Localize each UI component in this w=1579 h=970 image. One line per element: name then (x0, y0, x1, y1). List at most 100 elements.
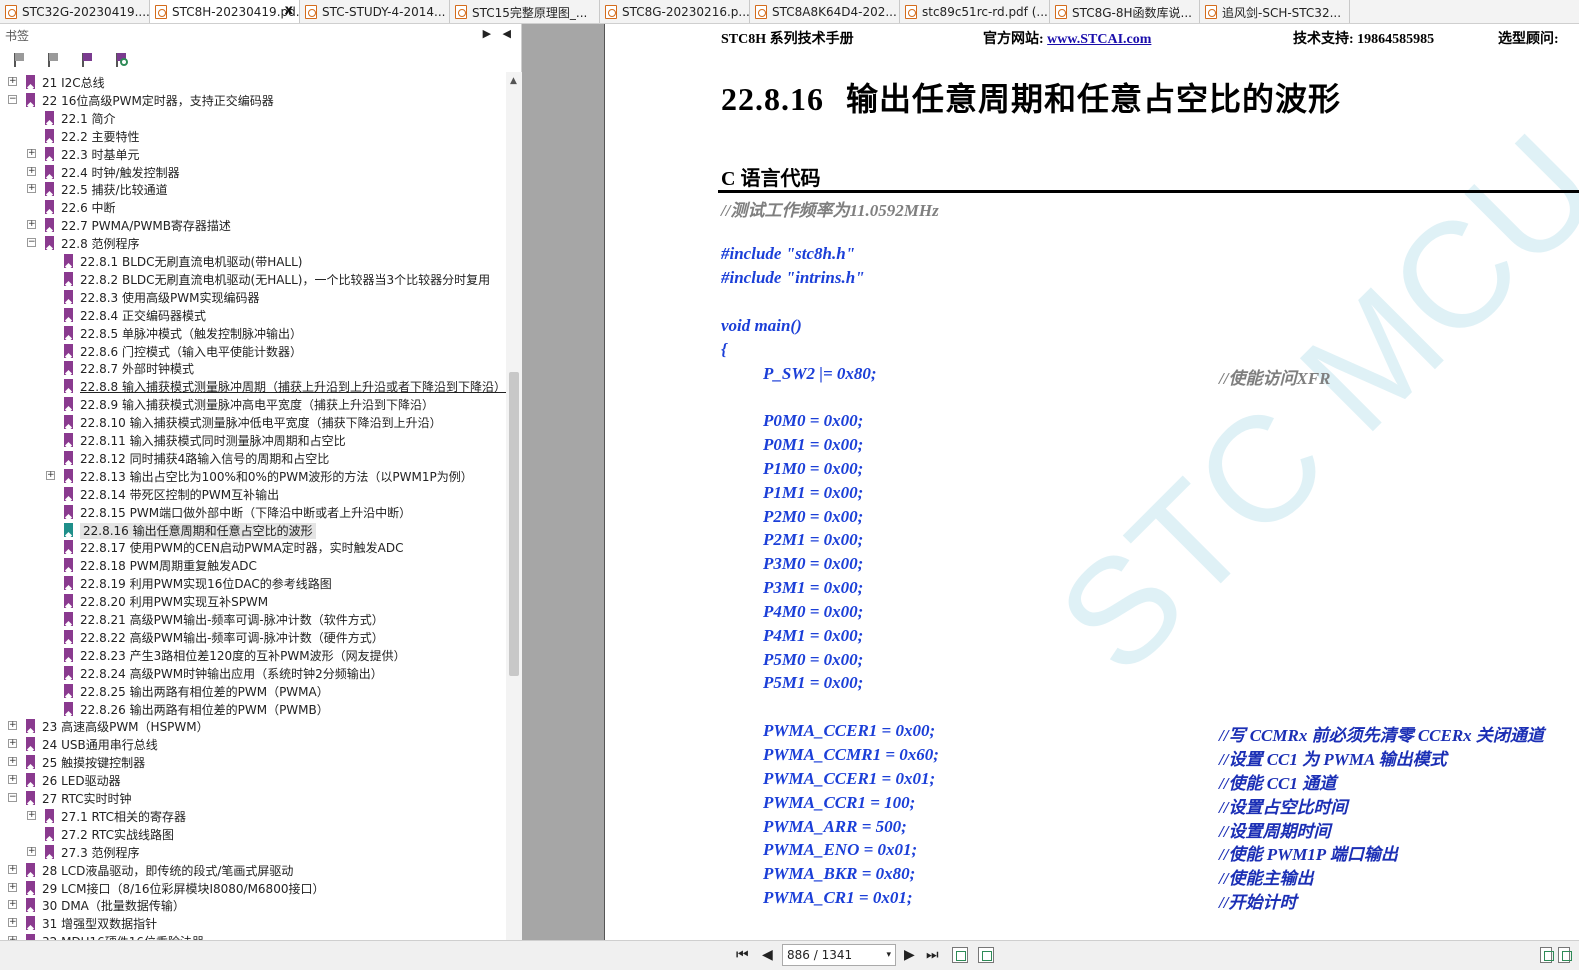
bookmark-item[interactable]: 22.8.5 单脉冲模式（触发控制脉冲输出） (0, 325, 506, 343)
expand-icon[interactable]: + (27, 810, 36, 820)
bookmark-item[interactable]: 22.8.12 同时捕获4路输入信号的周期和占空比 (0, 450, 506, 468)
single-page-view-icon[interactable] (1540, 947, 1554, 963)
scroll-up-arrow-icon[interactable]: ▲ (510, 76, 517, 86)
bookmarks-scrollbar[interactable]: ▲ ▼ (506, 72, 522, 964)
panel-toggle-buttons[interactable]: ▶ ◀ (483, 27, 515, 40)
bookmark-item[interactable]: +24 USB通用串行总线 (0, 736, 506, 754)
prev-page-button[interactable]: ◀ (762, 947, 773, 963)
bookmark-item[interactable]: +29 LCM接口（8/16位彩屏模块I8080/M6800接口） (0, 880, 506, 898)
first-page-button[interactable]: ⏮ (736, 947, 749, 963)
expand-icon[interactable]: + (8, 882, 17, 892)
expand-icon[interactable]: + (8, 757, 17, 767)
document-tab[interactable]: STC8G-8H函数库说... (1050, 0, 1200, 23)
bookmark-item[interactable]: 22.8.21 高级PWM输出-频率可调-脉冲计数（软件方式） (0, 611, 506, 629)
site-link[interactable]: www.STCAI.com (1047, 32, 1151, 47)
document-tab[interactable]: STC8H-20230419.pd... x (150, 0, 300, 23)
bookmark-item[interactable]: 22.2 主要特性 (0, 128, 506, 146)
continuous-view-icon[interactable] (1558, 947, 1572, 963)
bookmark-item[interactable]: 22.8.7 外部时钟模式 (0, 360, 506, 378)
bookmark-item[interactable]: 22.8.16 输出任意周期和任意占空比的波形 (0, 522, 506, 540)
bookmark-item[interactable]: 22.8.20 利用PWM实现互补SPWM (0, 593, 506, 611)
code-line: P_SW2 |= 0x80; (763, 364, 877, 383)
next-page-button[interactable]: ▶ (904, 947, 915, 963)
expand-icon[interactable]: + (27, 148, 36, 158)
bookmark-item[interactable]: 22.8.23 产生3路相位差120度的互补PWM波形（网友提供） (0, 647, 506, 665)
bookmark-item[interactable]: 22.8.2 BLDC无刷直流电机驱动(无HALL)，一个比较器当3个比较器分时… (0, 271, 506, 289)
expand-icon[interactable]: + (8, 77, 17, 86)
bookmark-item[interactable]: 22.8.26 输出两路有相位差的PWM（PWMB） (0, 701, 506, 719)
bookmark-item[interactable]: +31 增强型双数据指针 (0, 915, 506, 933)
bookmark-item[interactable]: +22.4 时钟/触发控制器 (0, 164, 506, 182)
collapse-icon[interactable]: − (8, 793, 17, 802)
bookmark-item[interactable]: +27.1 RTC相关的寄存器 (0, 808, 506, 826)
bookmark-item[interactable]: +22.5 捕获/比较通道 (0, 181, 506, 199)
bookmark-item[interactable]: 22.8.19 利用PWM实现16位DAC的参考线路图 (0, 575, 506, 593)
bookmark-item[interactable]: 22.8.24 高级PWM时钟输出应用（系统时钟2分频输出） (0, 665, 506, 683)
document-tab[interactable]: STC8A8K64D4-202... (750, 0, 900, 23)
expand-icon[interactable]: + (8, 775, 17, 785)
bookmark-item[interactable]: 22.8.15 PWM端口做外部中断（下降沿中断或者上升沿中断） (0, 504, 506, 522)
bookmark-item[interactable]: 22.8.17 使用PWM的CEN启动PWMA定时器，实时触发ADC (0, 539, 506, 557)
code-comment: //使能主输出 (1219, 869, 1314, 888)
chevron-down-icon[interactable]: ▾ (886, 945, 891, 965)
bookmark-item[interactable]: 22.8.22 高级PWM输出-频率可调-脉冲计数（硬件方式） (0, 629, 506, 647)
bookmark-item[interactable]: 22.8.10 输入捕获模式测量脉冲低电平宽度（捕获下降沿到上升沿） (0, 414, 506, 432)
bookmark-item[interactable]: 22.8.14 带死区控制的PWM互补输出 (0, 486, 506, 504)
expand-icon[interactable]: + (8, 918, 17, 928)
bookmark-icon (64, 379, 73, 394)
collapse-icon[interactable]: − (8, 94, 17, 104)
document-tab[interactable]: 追风剑-SCH-STC32... (1200, 0, 1350, 23)
bookmark-item[interactable]: 22.8.1 BLDC无刷直流电机驱动(带HALL) (0, 253, 506, 271)
bookmark-item[interactable]: 22.8.18 PWM周期重复触发ADC (0, 557, 506, 575)
expand-icon[interactable]: + (27, 166, 36, 176)
close-icon[interactable]: x (285, 3, 293, 18)
bookmark-item[interactable]: 22.8.4 正交编码器模式 (0, 307, 506, 325)
document-tab[interactable]: STC8G-20230216.p... (600, 0, 750, 23)
bookmark-item[interactable]: 22.8.25 输出两路有相位差的PWM（PWMA） (0, 683, 506, 701)
bookmark-expand-icon[interactable] (12, 52, 28, 68)
bookmark-item[interactable]: +26 LED驱动器 (0, 772, 506, 790)
bookmark-item[interactable]: 22.8.9 输入捕获模式测量脉冲高电平宽度（捕获上升沿到下降沿） (0, 396, 506, 414)
last-page-button[interactable]: ⏭ (926, 947, 939, 963)
bookmark-item[interactable]: 22.6 中断 (0, 199, 506, 217)
bookmark-collapse-icon[interactable] (46, 52, 62, 68)
bookmark-item[interactable]: +23 高速高级PWM（HSPWM） (0, 718, 506, 736)
bookmark-item[interactable]: +22.8.13 输出占空比为100%和0%的PWM波形的方法（以PWM1P为例… (0, 468, 506, 486)
expand-icon[interactable]: + (8, 739, 17, 749)
bookmark-item[interactable]: 27.2 RTC实战线路图 (0, 826, 506, 844)
bookmark-item[interactable]: +25 触摸按键控制器 (0, 754, 506, 772)
expand-icon[interactable]: + (8, 900, 17, 910)
bookmark-item[interactable]: 22.8.11 输入捕获模式同时测量脉冲周期和占空比 (0, 432, 506, 450)
scrollbar-thumb[interactable] (509, 372, 519, 676)
bookmark-item[interactable]: − 27 RTC实时时钟 (0, 790, 506, 808)
document-tab[interactable]: STC15完整原理图_... (450, 0, 600, 23)
collapse-icon[interactable]: − (27, 238, 36, 248)
expand-icon[interactable]: + (8, 721, 17, 731)
expand-icon[interactable]: + (27, 846, 36, 856)
bookmark-item[interactable]: 22.8.8 输入捕获模式测量脉冲周期（捕获上升沿到上升沿或者下降沿到下降沿） (0, 378, 506, 396)
bookmark-item[interactable]: +30 DMA（批量数据传输） (0, 897, 506, 915)
page-number-input[interactable]: 886 / 1341 ▾ (782, 944, 896, 966)
bookmark-item[interactable]: +28 LCD液晶驱动，即传统的段式/笔画式屏驱动 (0, 862, 506, 880)
fit-width-icon[interactable] (978, 947, 994, 963)
expand-icon[interactable]: + (46, 470, 55, 480)
bookmark-item[interactable]: 22.8.6 门控模式（输入电平使能计数器） (0, 343, 506, 361)
bookmark-item[interactable]: 22.1 简介 (0, 110, 506, 128)
bookmark-item[interactable]: +22.3 时基单元 (0, 146, 506, 164)
bookmark-item[interactable]: − 22 16位高级PWM定时器，支持正交编码器 (0, 92, 506, 110)
document-tab[interactable]: STC-STUDY-4-2014... (300, 0, 450, 23)
expand-icon[interactable]: + (27, 220, 36, 230)
bookmark-item[interactable]: +22.7 PWMA/PWMB寄存器描述 (0, 217, 506, 235)
expand-icon[interactable]: + (8, 864, 17, 874)
fit-page-icon[interactable] (952, 947, 968, 963)
code-line: void main() (721, 316, 802, 335)
bookmark-search-icon[interactable] (114, 52, 130, 68)
bookmark-item[interactable]: +27.3 范例程序 (0, 844, 506, 862)
document-tab[interactable]: STC32G-20230419.... (0, 0, 150, 23)
bookmark-item[interactable]: 22.8.3 使用高级PWM实现编码器 (0, 289, 506, 307)
document-tab[interactable]: stc89c51rc-rd.pdf (... (900, 0, 1050, 23)
bookmark-add-icon[interactable] (80, 52, 96, 68)
bookmark-item[interactable]: − 22.8 范例程序 (0, 235, 506, 253)
expand-icon[interactable]: + (27, 184, 36, 194)
bookmark-item[interactable]: +21 I2C总线 (0, 74, 506, 92)
